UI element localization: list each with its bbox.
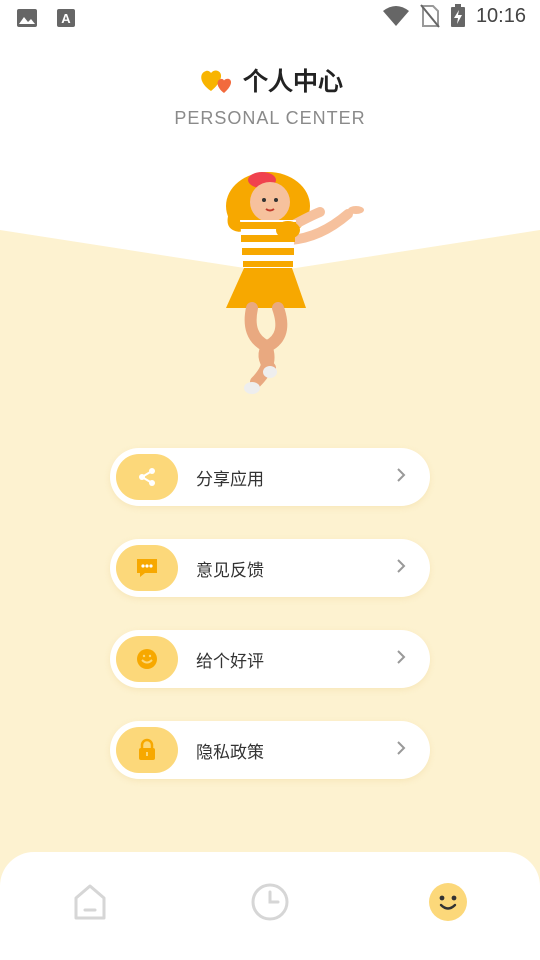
menu-item-share-app[interactable]: 分享应用	[110, 448, 430, 506]
menu-label: 分享应用	[196, 470, 264, 490]
smile-icon	[137, 649, 157, 669]
gallery-icon	[17, 9, 37, 27]
tab-history[interactable]	[248, 880, 292, 924]
svg-text:A: A	[61, 11, 71, 26]
page-subtitle: PERSONAL CENTER	[174, 108, 366, 128]
menu-item-feedback[interactable]: 意见反馈	[110, 539, 430, 597]
hearts-icon	[201, 70, 232, 93]
lock-icon	[139, 738, 155, 760]
page-header: 个人中心 PERSONAL CENTER	[0, 62, 540, 129]
menu-icon-pill	[116, 454, 178, 500]
clock-time: 10:16	[475, 4, 526, 27]
bottom-tab-bar	[0, 852, 540, 960]
chevron-right-icon	[397, 468, 406, 482]
text-icon: A	[57, 9, 75, 27]
chevron-right-icon	[397, 650, 406, 664]
menu-icon-pill	[116, 636, 178, 682]
wifi-icon	[382, 6, 409, 26]
chat-bubble-icon	[137, 559, 157, 577]
no-sim-icon	[420, 4, 440, 28]
share-icon	[139, 468, 155, 486]
tab-profile[interactable]	[426, 880, 470, 924]
home-icon	[74, 884, 106, 920]
menu-label: 隐私政策	[196, 743, 264, 763]
menu-item-rate[interactable]: 给个好评	[110, 630, 430, 688]
smiley-face-icon	[429, 883, 467, 921]
menu-item-privacy[interactable]: 隐私政策	[110, 721, 430, 779]
tab-home[interactable]	[68, 880, 112, 924]
status-bar: A 10:16	[0, 0, 540, 36]
menu-label: 意见反馈	[196, 561, 264, 581]
chevron-right-icon	[397, 741, 406, 755]
menu-icon-pill	[116, 545, 178, 591]
menu-label: 给个好评	[196, 652, 264, 672]
page-title: 个人中心	[242, 67, 343, 96]
character-illustration	[226, 172, 364, 394]
chevron-right-icon	[397, 559, 406, 573]
clock-icon	[251, 883, 289, 921]
menu-icon-pill	[116, 727, 178, 773]
battery-charging-icon	[450, 4, 465, 27]
